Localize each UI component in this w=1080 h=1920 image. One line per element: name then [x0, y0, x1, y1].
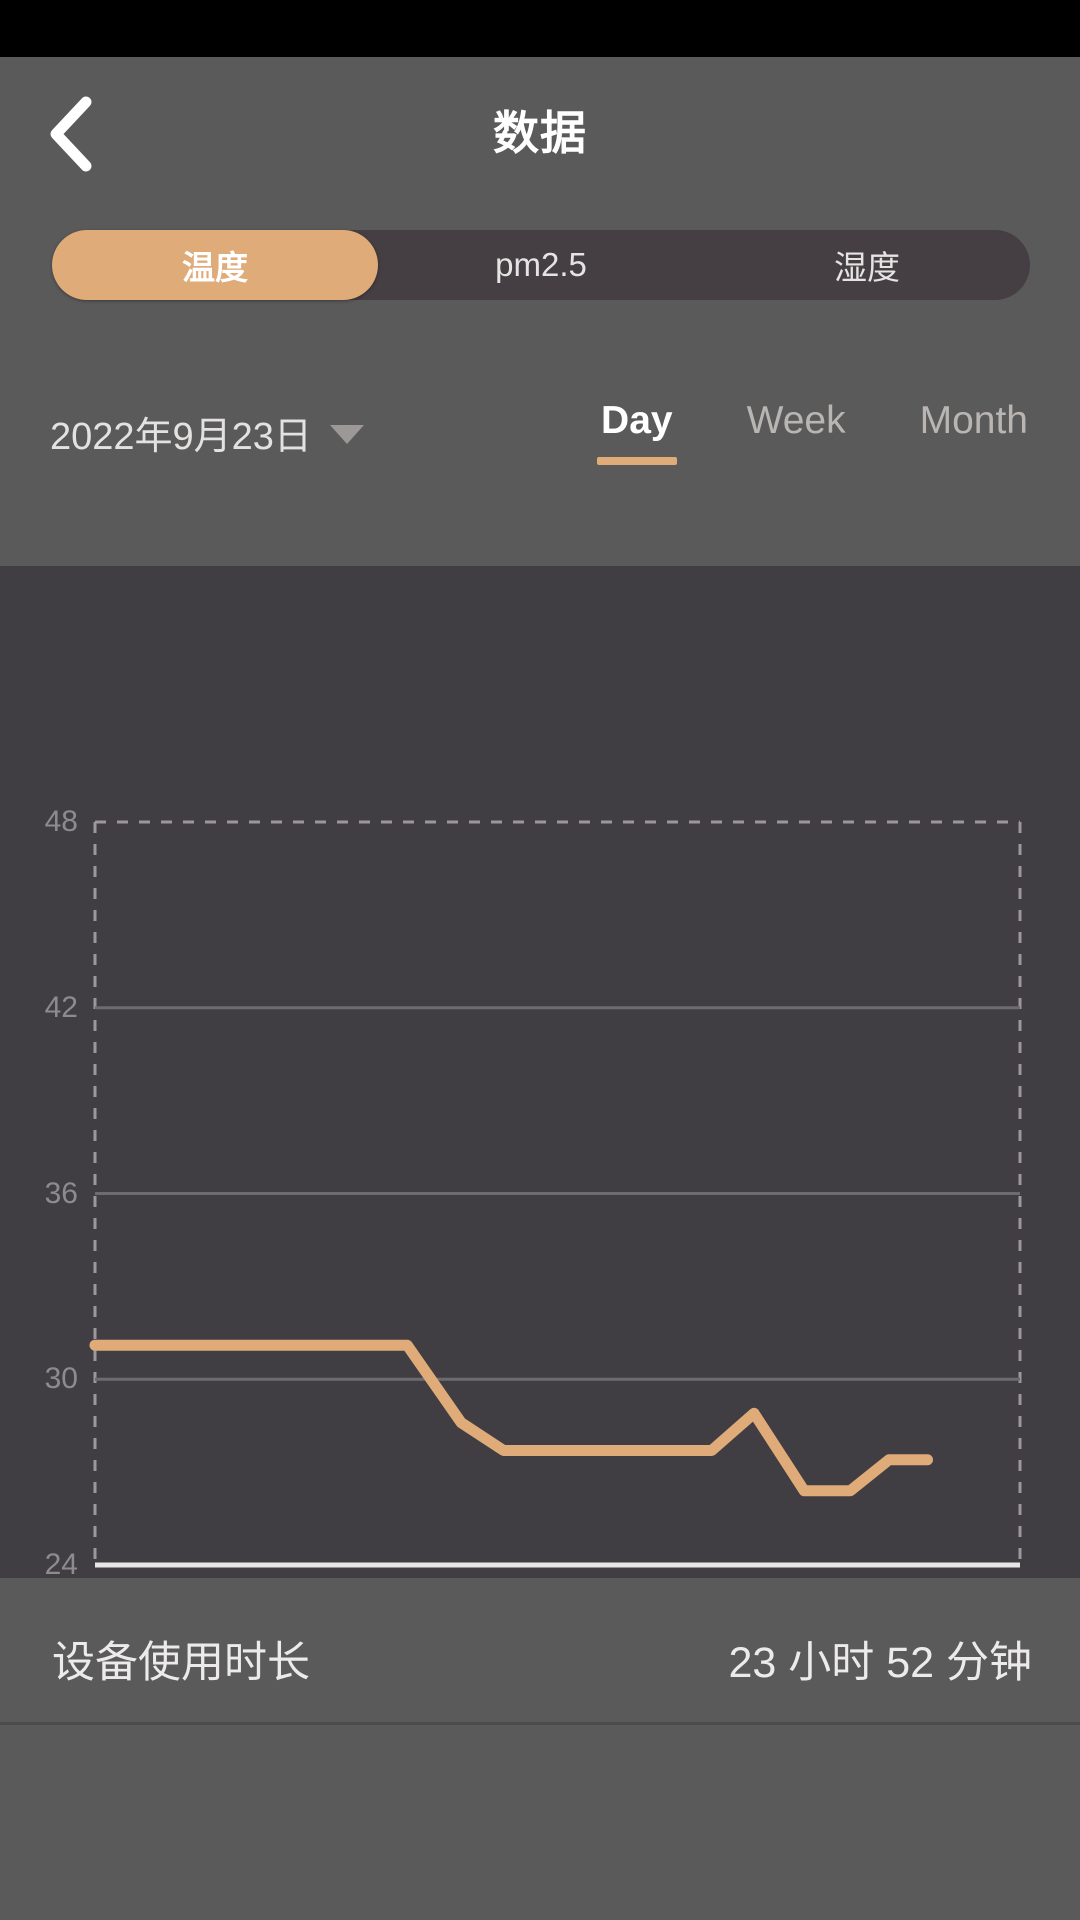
metric-segmented-control[interactable]: 温度 pm2.5 湿度: [52, 230, 1030, 300]
segment-temperature-label: 温度: [182, 249, 248, 286]
period-selector-row: 2022年9月23日 Day Week Month: [0, 375, 1080, 566]
screen-root: 数据 温度 pm2.5 湿度 2022年9月23日 Day Week Month…: [0, 0, 1080, 1920]
bottom-filler: [0, 1725, 1080, 1920]
segment-pm25[interactable]: pm2.5: [378, 230, 704, 300]
usage-duration-value: 23 小时 52 分钟: [728, 1639, 1033, 1687]
temperature-chart[interactable]: 48 42 36 30 24: [0, 566, 1080, 1578]
chevron-left-icon: [48, 96, 94, 172]
date-picker-value: 2022年9月23日: [50, 416, 312, 458]
tab-day[interactable]: Day: [595, 399, 679, 465]
tab-week[interactable]: Week: [741, 399, 852, 465]
segment-pm25-label: pm2.5: [495, 246, 587, 283]
tab-week-label: Week: [746, 399, 846, 442]
tab-day-label: Day: [601, 399, 673, 442]
app-bar: 数据: [0, 57, 1080, 202]
status-bar: [0, 0, 1080, 57]
page-title: 数据: [493, 106, 587, 159]
chart-plot-area: [89, 820, 1022, 1568]
date-picker[interactable]: 2022年9月23日: [50, 405, 364, 460]
segment-humidity-label: 湿度: [834, 249, 900, 286]
segment-humidity[interactable]: 湿度: [704, 230, 1030, 300]
segment-temperature[interactable]: 温度: [52, 230, 378, 300]
usage-duration-row: 设备使用时长 23 小时 52 分钟: [0, 1578, 1080, 1722]
period-tabs: Day Week Month: [595, 399, 1034, 465]
back-button[interactable]: [28, 91, 114, 177]
tab-month[interactable]: Month: [914, 399, 1034, 465]
caret-down-icon: [329, 425, 364, 444]
tab-month-label: Month: [919, 399, 1028, 442]
usage-duration-label: 设备使用时长: [52, 1639, 310, 1687]
